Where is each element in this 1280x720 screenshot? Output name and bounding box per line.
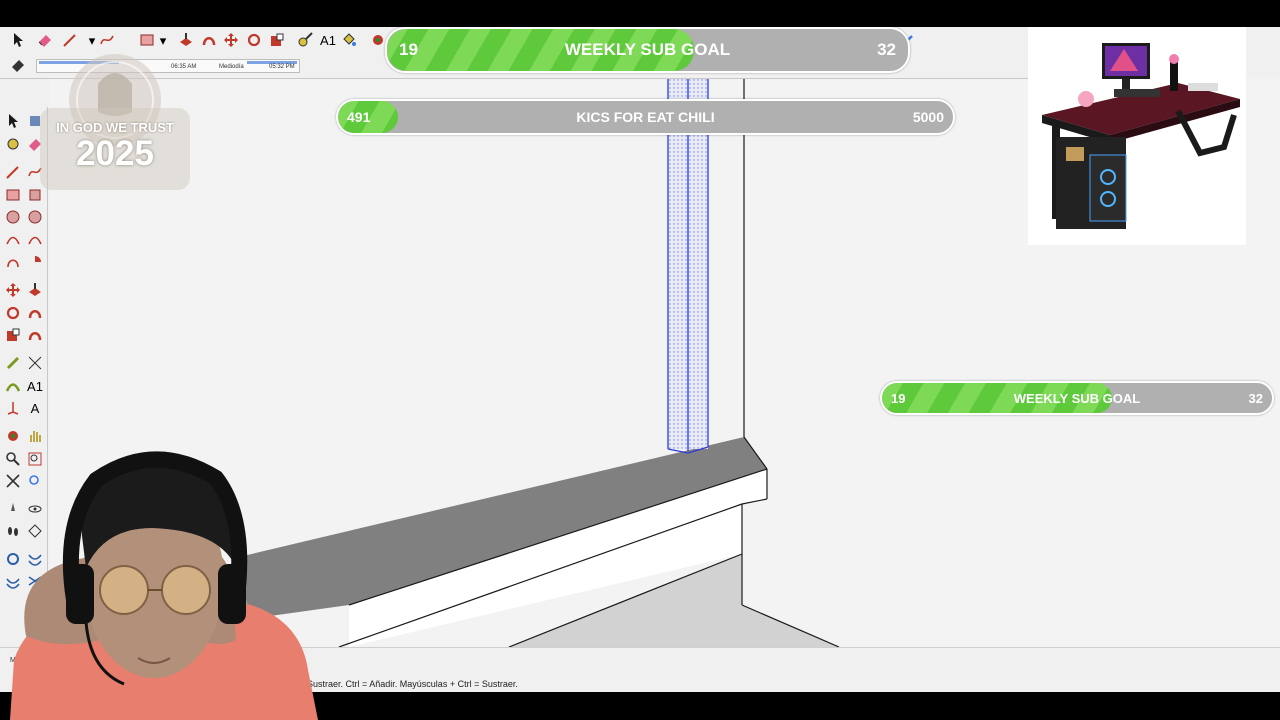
arc3-icon[interactable]: [3, 252, 23, 272]
top-black-bar: [0, 0, 1280, 27]
rotate-icon[interactable]: [244, 30, 264, 50]
scale-icon-left[interactable]: [3, 325, 23, 345]
status-hint-text: Sustraer. Ctrl = Añadir. Mayúsculas + Ct…: [307, 679, 518, 689]
gaming-desk-image: [1028, 27, 1246, 245]
axes-icon[interactable]: [3, 398, 23, 418]
seal-year: 2025: [76, 134, 154, 173]
in-god-we-trust-seal: IN GOD WE TRUST 2025: [40, 54, 190, 190]
push-pull-icon[interactable]: [176, 30, 196, 50]
push-pull-icon-left[interactable]: [25, 280, 45, 300]
eraser-small-icon[interactable]: [8, 55, 28, 75]
select-arrow-icon[interactable]: [8, 30, 28, 50]
scale-icon[interactable]: [267, 30, 287, 50]
kics-for-eat-chili-goal: 491 KICS FOR EAT CHILI 5000: [336, 99, 955, 135]
goal-target: 5000: [912, 109, 944, 125]
rotate-icon-left[interactable]: [3, 303, 23, 323]
text-icon-left[interactable]: A1: [25, 376, 45, 396]
move-icon-left[interactable]: [3, 280, 23, 300]
paint-icon-left[interactable]: [3, 134, 23, 154]
weekly-sub-goal-top: 19 WEEKLY SUB GOAL 32: [385, 27, 910, 73]
line-icon-left[interactable]: [3, 162, 23, 182]
polygon-icon[interactable]: [25, 207, 45, 227]
arc-icon[interactable]: [3, 229, 23, 249]
dimension-icon[interactable]: [25, 353, 45, 373]
move-icon[interactable]: [221, 30, 241, 50]
tape-icon-left[interactable]: [3, 353, 23, 373]
follow-me-icon[interactable]: [199, 30, 219, 50]
goal-title: KICS FOR EAT CHILI: [576, 109, 715, 125]
streamer-webcam: [0, 440, 320, 720]
goal-title: WEEKLY SUB GOAL: [1013, 390, 1141, 406]
text-tool-icon[interactable]: A1: [318, 30, 338, 50]
eraser-icon[interactable]: [35, 30, 55, 50]
tape-measure-icon[interactable]: [295, 30, 315, 50]
time-mid-label: Mediodía: [219, 64, 244, 70]
freehand-icon[interactable]: [97, 30, 117, 50]
pie-icon[interactable]: [25, 252, 45, 272]
goal-target: 32: [1248, 390, 1263, 406]
3d-text-icon[interactable]: A: [25, 398, 45, 418]
follow-me-icon-left[interactable]: [25, 303, 45, 323]
time-end-label: 05:32 PM: [269, 64, 295, 70]
goal-title: WEEKLY SUB GOAL: [564, 40, 731, 59]
rectangle-icon-left[interactable]: [3, 185, 23, 205]
offset-icon[interactable]: [25, 325, 45, 345]
selected-column[interactable]: [667, 79, 709, 454]
weekly-sub-goal-right: 19 WEEKLY SUB GOAL 32: [880, 381, 1274, 415]
line-pencil-icon[interactable]: [60, 30, 80, 50]
dropdown-chevron-icon-2[interactable]: ▾: [153, 30, 173, 50]
goal-target: 32: [877, 40, 896, 59]
seal-motto: IN GOD WE TRUST: [56, 120, 174, 135]
protractor-icon[interactable]: [3, 376, 23, 396]
paint-bucket-icon[interactable]: [339, 30, 359, 50]
select-icon-left[interactable]: [3, 111, 23, 131]
circle-icon[interactable]: [3, 207, 23, 227]
arc2-icon[interactable]: [25, 229, 45, 249]
